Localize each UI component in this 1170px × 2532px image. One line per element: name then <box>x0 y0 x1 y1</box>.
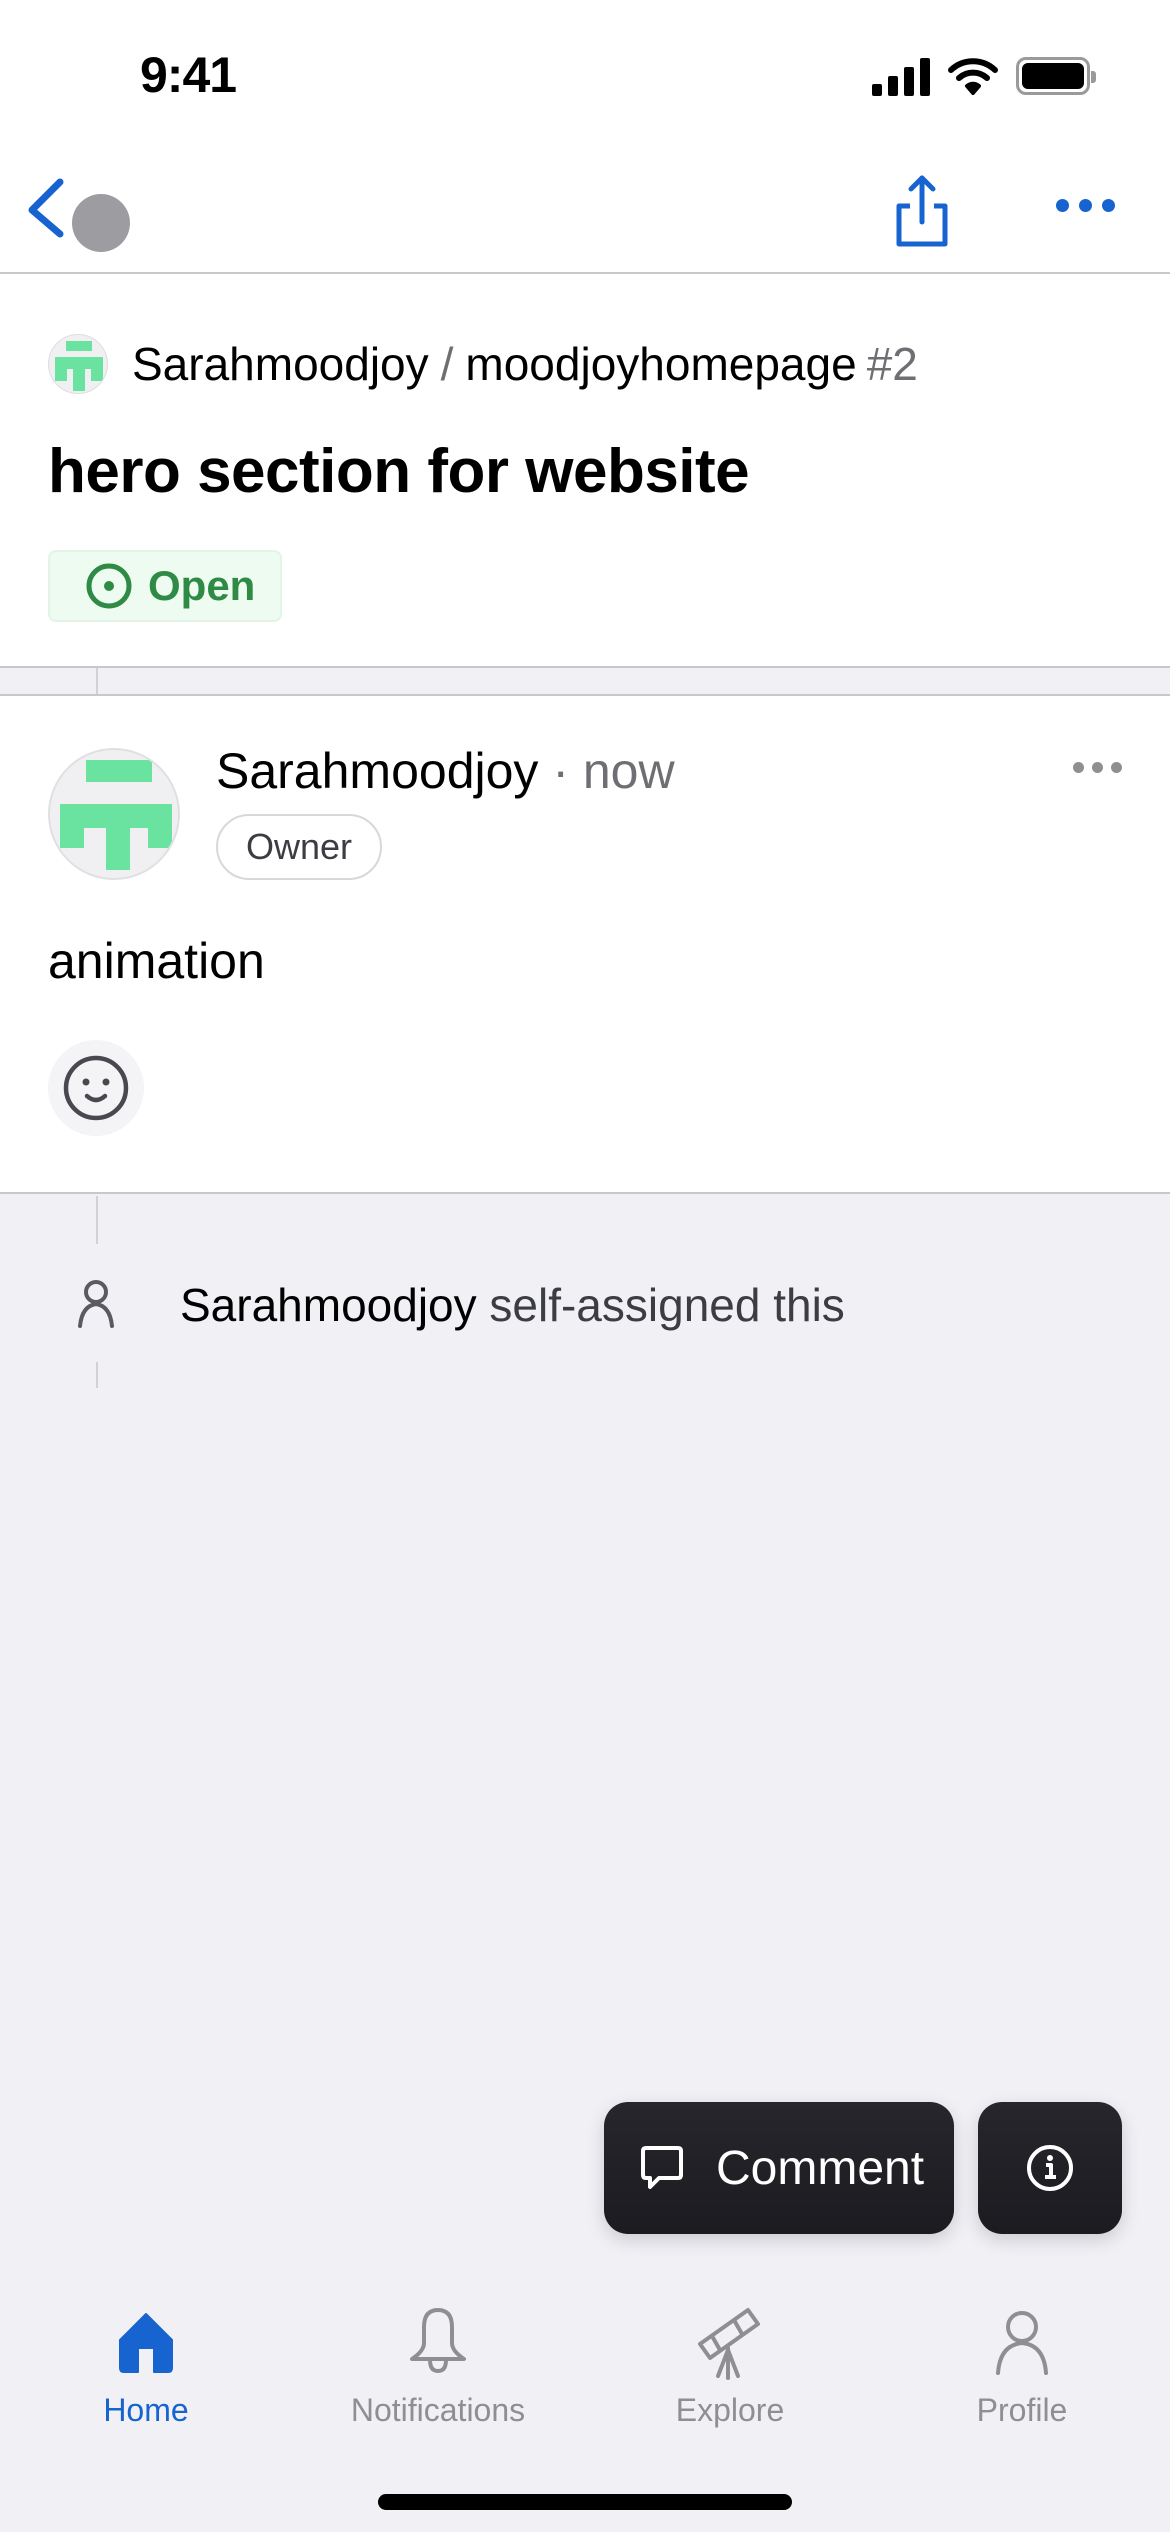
share-icon <box>896 175 948 247</box>
repo-separator: / <box>440 338 454 390</box>
comment-header: Sarahmoodjoy · now <box>216 742 675 800</box>
share-button[interactable] <box>892 170 952 250</box>
status-label: Open <box>148 562 256 609</box>
home-icon <box>119 2313 173 2373</box>
tab-profile[interactable]: Profile <box>876 2290 1168 2440</box>
tab-label: Notifications <box>350 2392 526 2428</box>
timeline-line <box>96 668 98 694</box>
event-actor[interactable]: Sarahmoodjoy <box>180 1279 477 1331</box>
dot-icon <box>1073 762 1084 773</box>
repo-breadcrumb[interactable]: Sarahmoodjoy / moodjoyhomepage #2 <box>48 334 918 394</box>
info-icon <box>1027 2145 1073 2191</box>
comment-more-button[interactable] <box>1073 762 1122 773</box>
repo-owner-avatar <box>48 334 108 394</box>
status-icons <box>872 56 1096 96</box>
status-bar: 9:41 <box>0 0 1170 150</box>
timeline-event: Sarahmoodjoy self-assigned this <box>0 1260 1170 1350</box>
more-options-button[interactable] <box>1050 190 1120 220</box>
tab-label: Home <box>103 2392 189 2428</box>
comment-body: animation <box>48 933 265 989</box>
chevron-left-icon <box>28 178 64 238</box>
cellular-signal-icon <box>872 56 930 96</box>
timeline-line <box>96 1196 98 1244</box>
dot-icon <box>1111 762 1122 773</box>
identicon-icon <box>60 760 172 870</box>
issue-number: #2 <box>866 338 918 390</box>
person-icon <box>996 2311 1048 2375</box>
comment-timestamp: · now <box>552 743 675 799</box>
dot-icon <box>1055 198 1069 212</box>
dot-icon <box>1078 198 1092 212</box>
back-button[interactable] <box>22 174 72 244</box>
timeline-line <box>96 1362 98 1388</box>
comment-button-label: Comment <box>716 2141 925 2195</box>
issue-open-icon <box>86 563 132 609</box>
wifi-icon <box>948 58 998 95</box>
issue-header: Sarahmoodjoy / moodjoyhomepage #2 hero s… <box>0 274 1170 668</box>
home-indicator[interactable] <box>378 2494 792 2510</box>
dot-icon <box>1092 762 1103 773</box>
tab-label: Profile <box>976 2392 1068 2428</box>
issue-title: hero section for website <box>48 437 750 506</box>
comment-author-avatar[interactable] <box>48 748 180 880</box>
identicon-icon <box>55 341 103 391</box>
repo-owner[interactable]: Sarahmoodjoy <box>132 337 429 391</box>
status-badge: Open <box>48 550 282 622</box>
smiley-icon <box>63 1055 129 1121</box>
tab-home[interactable]: Home <box>0 2290 292 2440</box>
event-text: Sarahmoodjoy self-assigned this <box>180 1278 845 1332</box>
comment-button[interactable]: Comment <box>604 2102 954 2234</box>
nav-avatar <box>72 194 130 252</box>
dot-icon <box>1101 198 1115 212</box>
add-reaction-button[interactable] <box>48 1040 144 1136</box>
telescope-icon <box>698 2308 760 2380</box>
person-icon <box>78 1280 114 1328</box>
info-button[interactable] <box>978 2102 1122 2234</box>
comment-author-name[interactable]: Sarahmoodjoy <box>216 743 538 799</box>
owner-badge: Owner <box>216 814 383 880</box>
battery-icon <box>1016 57 1096 95</box>
comment-icon <box>641 2146 683 2189</box>
comment-card: Sarahmoodjoy · now Owner animation <box>0 694 1170 1194</box>
tab-explore[interactable]: Explore <box>584 2290 876 2440</box>
tab-notifications[interactable]: Notifications <box>292 2290 584 2440</box>
tab-label: Explore <box>675 2392 785 2428</box>
nav-bar <box>0 150 1170 274</box>
status-time: 9:41 <box>140 47 237 103</box>
bell-icon <box>410 2308 466 2374</box>
repo-name[interactable]: moodjoyhomepage <box>465 337 856 391</box>
event-action: self-assigned this <box>489 1279 845 1331</box>
